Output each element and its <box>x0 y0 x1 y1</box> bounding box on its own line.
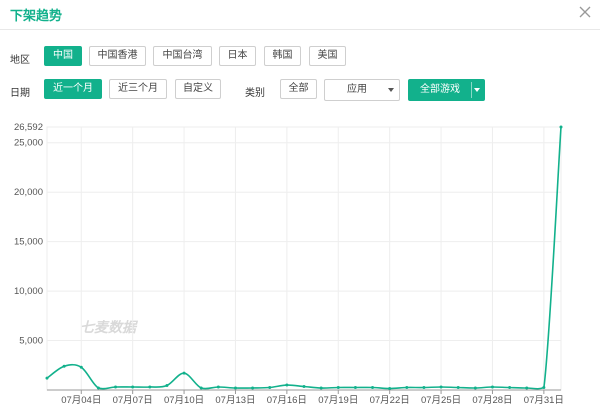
x-tick-label: 07月25日 <box>421 395 461 406</box>
y-tick-label: 10,000 <box>14 286 43 297</box>
data-point[interactable] <box>268 386 272 390</box>
data-point[interactable] <box>62 364 66 368</box>
x-tick-label: 07月28日 <box>472 395 512 406</box>
data-point[interactable] <box>302 385 306 389</box>
data-point[interactable] <box>182 371 186 375</box>
data-point[interactable] <box>233 386 237 390</box>
x-tick-label: 07月13日 <box>215 395 255 406</box>
x-tick-label: 07月31日 <box>524 395 564 406</box>
data-point[interactable] <box>285 383 289 387</box>
data-point[interactable] <box>388 387 392 391</box>
y-tick-label: 15,000 <box>14 237 43 248</box>
data-point[interactable] <box>542 386 546 390</box>
data-point[interactable] <box>319 386 323 390</box>
data-point[interactable] <box>490 385 494 389</box>
data-point[interactable] <box>336 386 340 390</box>
x-tick-label: 07月10日 <box>164 395 204 406</box>
data-point[interactable] <box>216 385 220 389</box>
data-point[interactable] <box>251 386 255 390</box>
x-tick-label: 07月22日 <box>370 395 410 406</box>
data-point[interactable] <box>371 386 375 390</box>
y-tick-label: 25,000 <box>14 138 43 149</box>
y-tick-label: 5,000 <box>19 336 43 347</box>
data-point[interactable] <box>525 386 529 390</box>
x-tick-label: 07月04日 <box>61 395 101 406</box>
data-point[interactable] <box>165 384 169 388</box>
data-point[interactable] <box>131 385 135 389</box>
data-point[interactable] <box>353 386 357 390</box>
data-point[interactable] <box>199 386 203 390</box>
data-point[interactable] <box>508 386 512 390</box>
x-tick-label: 07月07日 <box>113 395 153 406</box>
y-tick-label: 26,592 <box>14 122 43 133</box>
x-tick-label: 07月19日 <box>318 395 358 406</box>
data-point[interactable] <box>45 376 49 380</box>
data-point[interactable] <box>148 385 152 389</box>
data-point[interactable] <box>456 386 460 390</box>
data-point[interactable] <box>439 385 443 389</box>
data-point[interactable] <box>473 386 477 390</box>
data-point[interactable] <box>79 365 83 369</box>
data-point[interactable] <box>422 386 426 390</box>
data-point[interactable] <box>559 125 563 129</box>
trend-chart: 七麦数据 5,000 10,000 15,000 20,000 25,000 26,592… <box>14 122 564 406</box>
y-tick-label: 20,000 <box>14 187 43 198</box>
plot-area <box>46 126 562 391</box>
series-line <box>46 126 562 390</box>
data-point[interactable] <box>405 386 409 390</box>
data-point[interactable] <box>96 386 100 390</box>
x-tick-label: 07月16日 <box>267 395 307 406</box>
data-point[interactable] <box>114 385 118 389</box>
watermark: 七麦数据 <box>80 319 139 335</box>
